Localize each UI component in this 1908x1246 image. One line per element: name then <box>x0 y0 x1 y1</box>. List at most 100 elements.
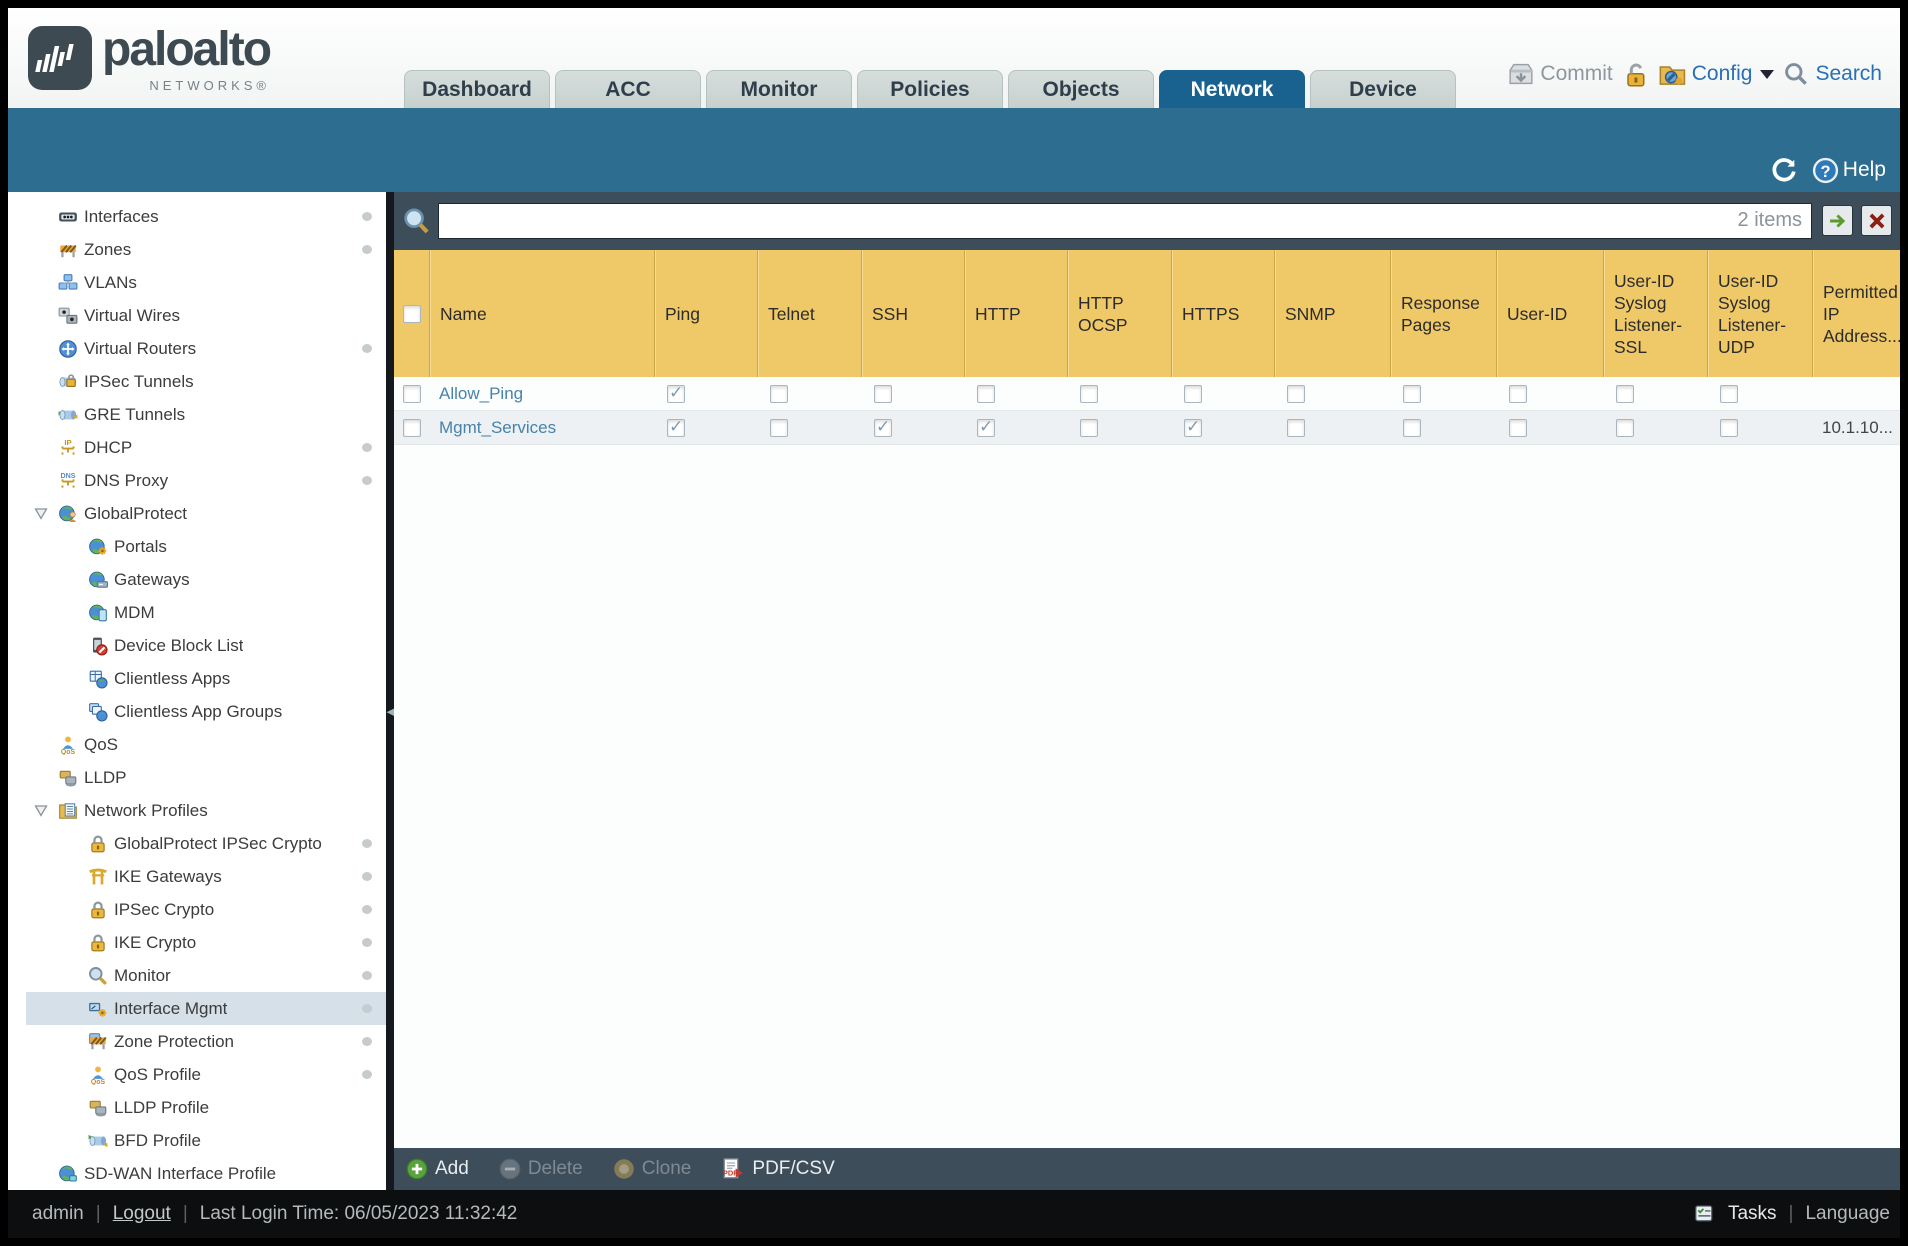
select-all-checkbox[interactable] <box>402 304 421 323</box>
ssh-checkbox[interactable] <box>874 417 892 437</box>
column-header-http[interactable]: HTTP <box>965 250 1068 377</box>
clone-button[interactable]: Clone <box>613 1158 691 1180</box>
sidebar-item-ipsec-crypto[interactable]: IPSec Crypto <box>26 893 386 926</box>
sidebar-item-label: IKE Gateways <box>114 866 222 886</box>
sidebar-item-dot <box>362 344 372 353</box>
sidebar-item-gre-tunnels[interactable]: GRE Tunnels <box>26 398 386 431</box>
https-checkbox[interactable] <box>1184 417 1202 437</box>
sidebar-item-network-profiles[interactable]: Network Profiles <box>26 794 386 827</box>
https-checkbox[interactable] <box>1184 384 1202 403</box>
sidebar-item-device-block-list[interactable]: Device Block List <box>26 629 386 662</box>
column-header-permitted-ip-address[interactable]: Permitted IP Address... <box>1813 250 1900 377</box>
sidebar-item-lldp[interactable]: LLDP <box>26 761 386 794</box>
sidebar-item-zones[interactable]: Zones <box>26 233 386 266</box>
sidebar-item-sd-wan-interface-profile[interactable]: SD-WAN Interface Profile <box>26 1157 386 1190</box>
help-button[interactable]: ? Help <box>1812 157 1886 184</box>
tab-objects[interactable]: Objects <box>1008 70 1154 108</box>
sidebar-item-ike-crypto[interactable]: IKE Crypto <box>26 926 386 959</box>
sidebar-item-lldp-profile[interactable]: LLDP Profile <box>26 1091 386 1124</box>
column-header-ping[interactable]: Ping <box>655 250 758 377</box>
config-icon <box>1659 66 1685 85</box>
tab-policies[interactable]: Policies <box>857 70 1003 108</box>
uid_syslog_ssl-checkbox[interactable] <box>1616 418 1634 437</box>
clear-filter-button[interactable] <box>1861 205 1892 236</box>
refresh-icon[interactable] <box>1770 156 1798 184</box>
sidebar-item-clientless-apps[interactable]: Clientless Apps <box>26 662 386 695</box>
sidebar-item-ipsec-tunnels[interactable]: IPSec Tunnels <box>26 365 386 398</box>
column-header-telnet[interactable]: Telnet <box>758 250 862 377</box>
sidebar-item-globalprotect[interactable]: GlobalProtect <box>26 497 386 530</box>
sidebar-item-vlans[interactable]: VLANs <box>26 266 386 299</box>
http_ocsp-checkbox[interactable] <box>1080 418 1098 437</box>
sidebar-item-interfaces[interactable]: Interfaces <box>26 200 386 233</box>
tab-acc[interactable]: ACC <box>555 70 701 108</box>
sidebar-item-dhcp[interactable]: IP DHCP <box>26 431 386 464</box>
column-header-response-pages[interactable]: Response Pages <box>1391 250 1497 377</box>
sidebar-item-virtual-routers[interactable]: Virtual Routers <box>26 332 386 365</box>
http_ocsp-checkbox[interactable] <box>1080 384 1098 403</box>
tab-monitor[interactable]: Monitor <box>706 70 852 108</box>
http-checkbox[interactable] <box>977 384 995 403</box>
row-select-checkbox[interactable] <box>403 384 421 403</box>
delete-button[interactable]: Delete <box>499 1158 583 1180</box>
sidebar-item-clientless-app-groups[interactable]: Clientless App Groups <box>26 695 386 728</box>
user_id-checkbox[interactable] <box>1509 384 1527 403</box>
sidebar-item-portals[interactable]: Portals <box>26 530 386 563</box>
sidebar-item-qos[interactable]: QoS QoS <box>26 728 386 761</box>
sidebar-item-bfd-profile[interactable]: BFD Profile <box>26 1124 386 1157</box>
http-checkbox[interactable] <box>977 417 995 437</box>
uid_syslog_udp-checkbox[interactable] <box>1720 418 1738 437</box>
telnet-checkbox[interactable] <box>770 418 788 437</box>
column-header-snmp[interactable]: SNMP <box>1275 250 1391 377</box>
sidebar-item-monitor[interactable]: Monitor <box>26 959 386 992</box>
sidebar-item-gateways[interactable]: Gateways <box>26 563 386 596</box>
pdf-csv-button[interactable]: PDF PDF/CSV <box>721 1157 834 1181</box>
column-header-name[interactable]: Name <box>430 250 655 377</box>
sidebar-divider[interactable]: ◄ <box>384 192 397 1190</box>
column-header-https[interactable]: HTTPS <box>1172 250 1275 377</box>
ssh-checkbox[interactable] <box>874 384 892 403</box>
sidebar-item-virtual-wires[interactable]: Virtual Wires <box>26 299 386 332</box>
tab-device[interactable]: Device <box>1310 70 1456 108</box>
config-menu-button[interactable]: Config <box>1658 60 1775 88</box>
row-select-checkbox[interactable] <box>403 418 421 437</box>
apply-filter-button[interactable] <box>1822 205 1853 236</box>
logout-link[interactable]: Logout <box>113 1203 171 1225</box>
column-header-user-id-syslog-listener-udp[interactable]: User-ID Syslog Listener-UDP <box>1708 250 1813 377</box>
commit-button[interactable]: Commit <box>1508 61 1613 87</box>
language-link[interactable]: Language <box>1805 1203 1890 1225</box>
sidebar-item-mdm[interactable]: MDM <box>26 596 386 629</box>
snmp-checkbox[interactable] <box>1287 418 1305 437</box>
delete-label: Delete <box>527 1158 583 1179</box>
tab-network[interactable]: Network <box>1159 70 1305 108</box>
snmp-checkbox[interactable] <box>1287 384 1305 403</box>
response_pages-checkbox[interactable] <box>1403 418 1421 437</box>
unlock-icon[interactable] <box>1622 61 1649 88</box>
sidebar-item-globalprotect-ipsec-crypto[interactable]: GlobalProtect IPSec Crypto <box>26 827 386 860</box>
column-header-ssh[interactable]: SSH <box>862 250 965 377</box>
uid_syslog_ssl-checkbox[interactable] <box>1616 384 1634 403</box>
uid_syslog_udp-checkbox[interactable] <box>1720 384 1738 403</box>
profile-name-link[interactable]: Allow_Ping <box>439 384 523 404</box>
sidebar-item-interface-mgmt[interactable]: Interface Mgmt <box>26 992 386 1025</box>
telnet-checkbox[interactable] <box>770 384 788 403</box>
user_id-checkbox[interactable] <box>1509 418 1527 437</box>
ping-checkbox[interactable] <box>667 383 685 403</box>
column-header-http-ocsp[interactable]: HTTP OCSP <box>1068 250 1172 377</box>
search-button[interactable]: Search <box>1783 61 1882 87</box>
sidebar-item-qos-profile[interactable]: QoS QoS Profile <box>26 1058 386 1091</box>
column-header-user-id[interactable]: User-ID <box>1497 250 1604 377</box>
expander-triangle-icon[interactable] <box>34 507 58 520</box>
column-header-user-id-syslog-listener-ssl[interactable]: User-ID Syslog Listener-SSL <box>1604 250 1708 377</box>
filter-input[interactable] <box>438 203 1812 239</box>
tab-dashboard[interactable]: Dashboard <box>404 70 550 108</box>
ping-checkbox[interactable] <box>667 417 685 437</box>
expander-triangle-icon[interactable] <box>34 804 58 817</box>
sidebar-item-zone-protection[interactable]: Zone Protection <box>26 1025 386 1058</box>
add-button[interactable]: Add <box>406 1158 469 1180</box>
tasks-link[interactable]: Tasks <box>1728 1203 1777 1225</box>
sidebar-item-dns-proxy[interactable]: DNS DNS Proxy <box>26 464 386 497</box>
sidebar-item-ike-gateways[interactable]: IKE Gateways <box>26 860 386 893</box>
response_pages-checkbox[interactable] <box>1403 384 1421 403</box>
profile-name-link[interactable]: Mgmt_Services <box>439 418 556 438</box>
